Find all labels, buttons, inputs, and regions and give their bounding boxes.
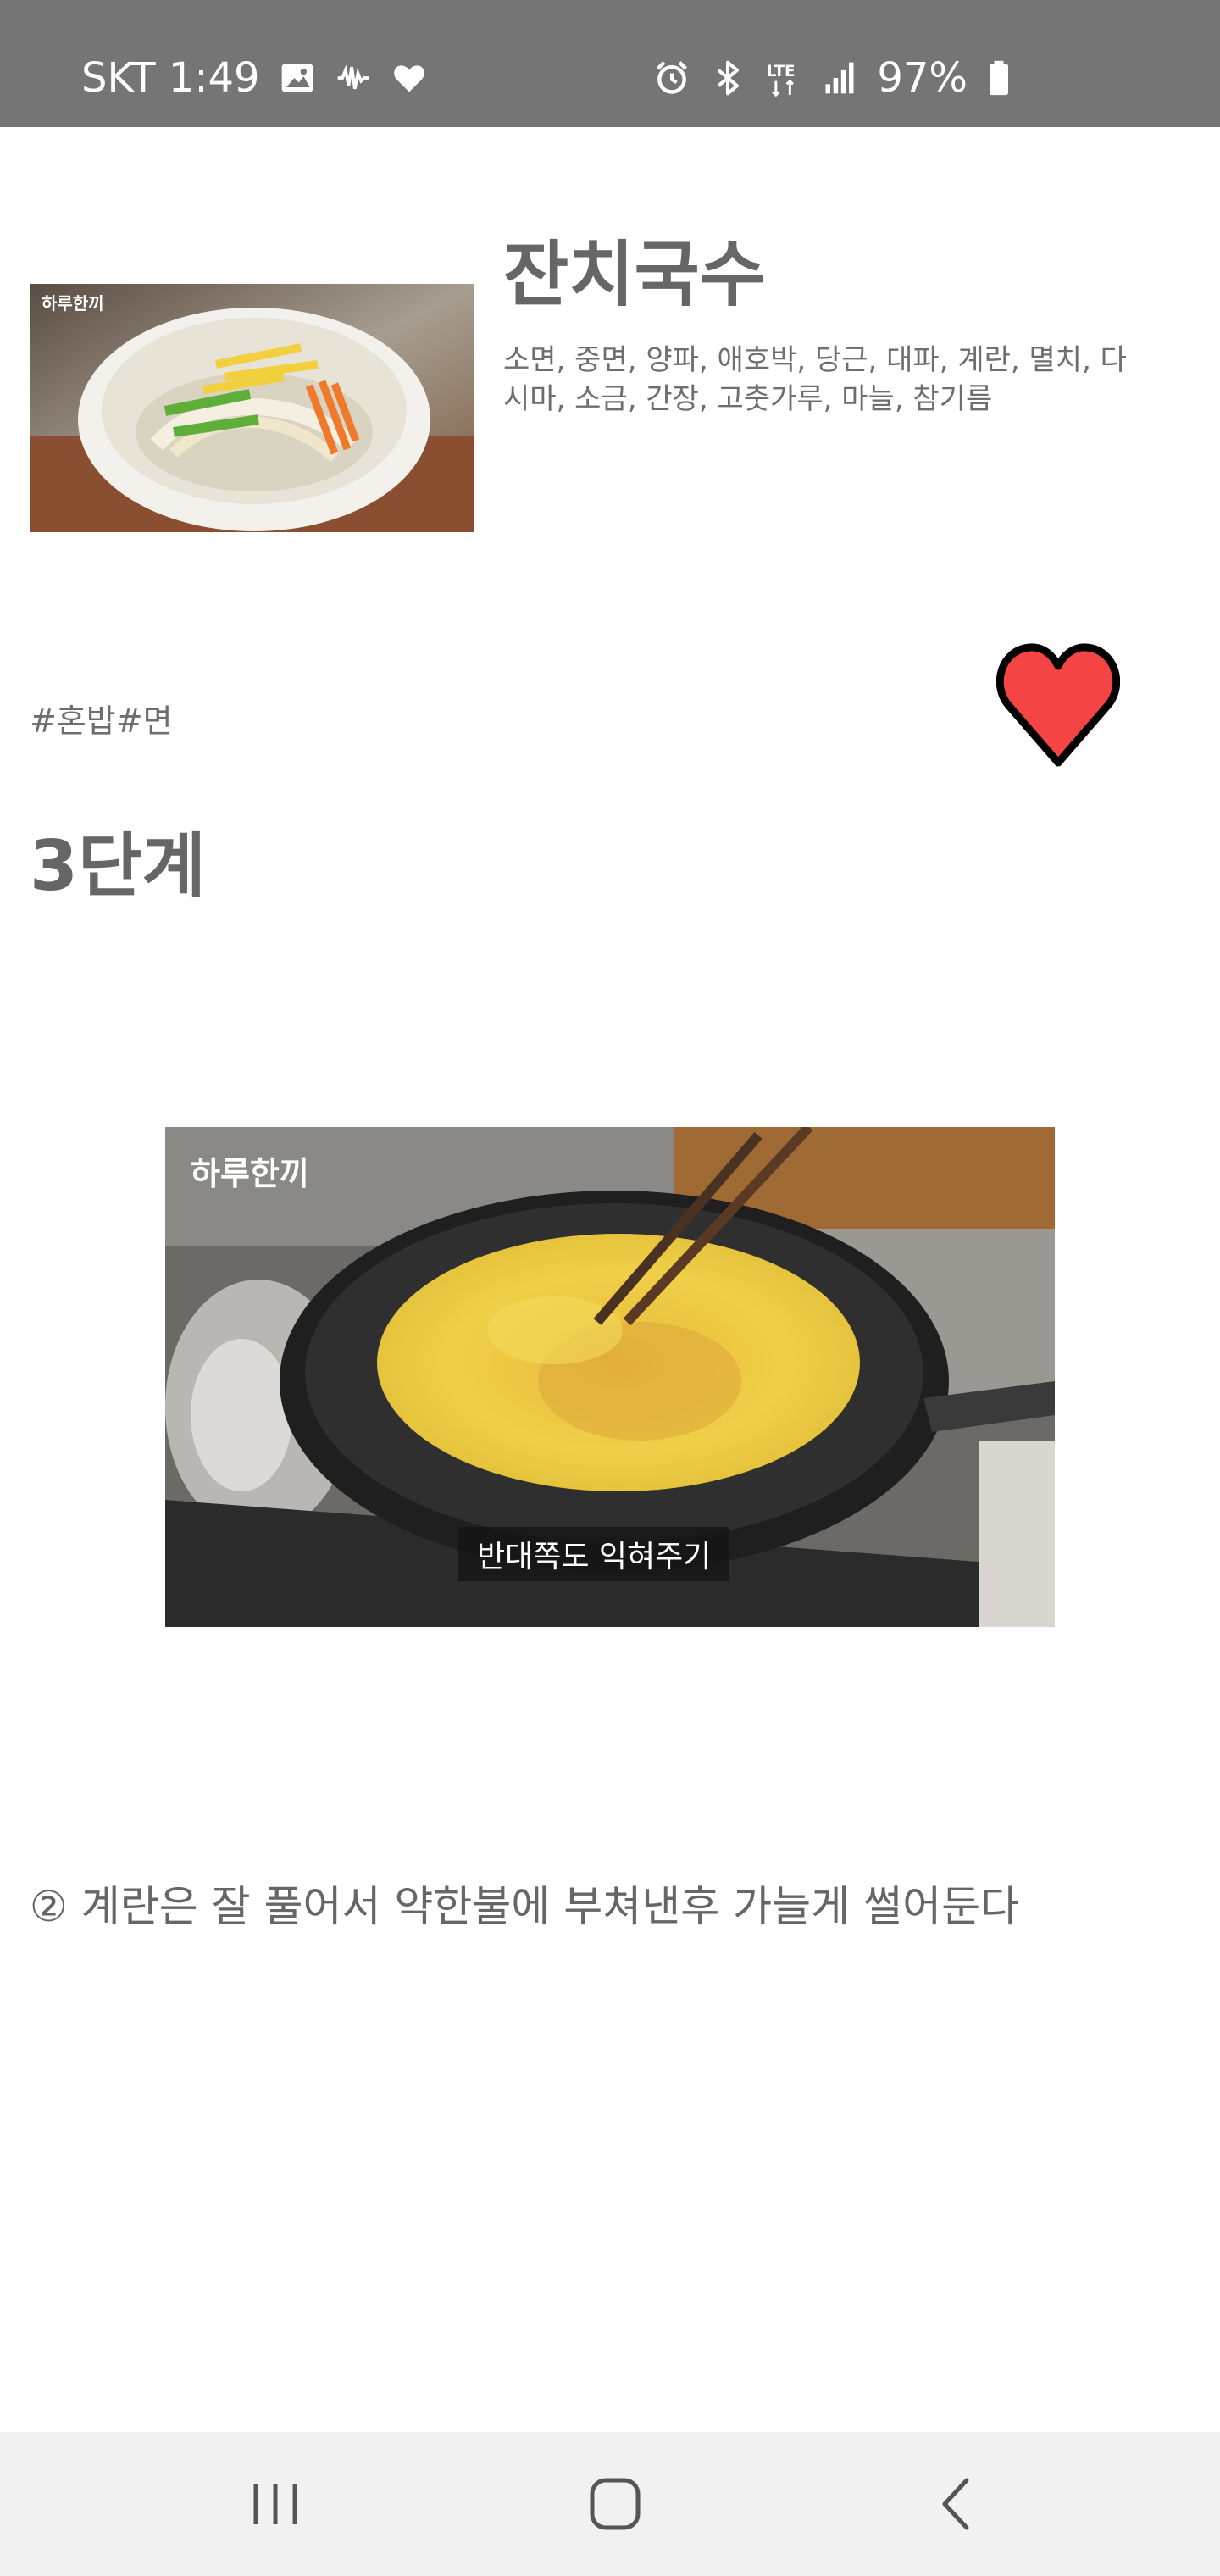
heart-icon [996,643,1120,767]
status-left: SKT 1:49 [81,0,428,156]
recipe-thumbnail: 하루한끼 [30,284,474,532]
signal-icon [821,59,858,97]
photo-logo: 하루한끼 [191,1155,309,1192]
recipe-ingredients: 소면, 중면, 양파, 애호박, 당근, 대파, 계란, 멸치, 다시마, 소금… [503,343,1127,416]
bluetooth-icon [709,59,746,97]
step-photo: 하루한끼 반대쪽도 익혀주기 [165,1127,1055,1627]
heart-icon [391,59,428,97]
back-icon [942,2478,969,2530]
photo-caption: 반대쪽도 익혀주기 [458,1527,730,1581]
lte-icon: LTE [765,59,802,97]
alarm-icon [653,59,690,97]
home-button[interactable] [577,2470,653,2538]
back-button[interactable] [919,2470,995,2538]
lte-label: LTE [767,63,796,80]
step-description: ② 계란은 잘 풀어서 약한불에 부쳐낸후 가늘게 썰어둔다 [30,1882,1020,1931]
battery-percent: 97% [877,54,968,102]
battery-icon [986,59,1012,97]
home-icon [590,2478,640,2530]
carrier-time: SKT 1:49 [81,54,260,102]
recent-apps-button[interactable] [237,2470,313,2538]
status-right: LTE 97% [653,0,1012,156]
recipe-tags: #혼밥#면 [30,702,173,740]
voicemail-icon [335,59,372,97]
favorite-heart-button[interactable] [996,637,1120,773]
status-bar: SKT 1:49 LTE 97% [0,0,1220,127]
thumbnail-logo: 하루한끼 [42,293,104,314]
recent-apps-icon [253,2484,297,2524]
image-icon [279,59,316,97]
step-title: 3단계 [30,826,206,907]
navigation-bar [0,2432,1220,2576]
recipe-title: 잔치국수 [503,233,766,316]
